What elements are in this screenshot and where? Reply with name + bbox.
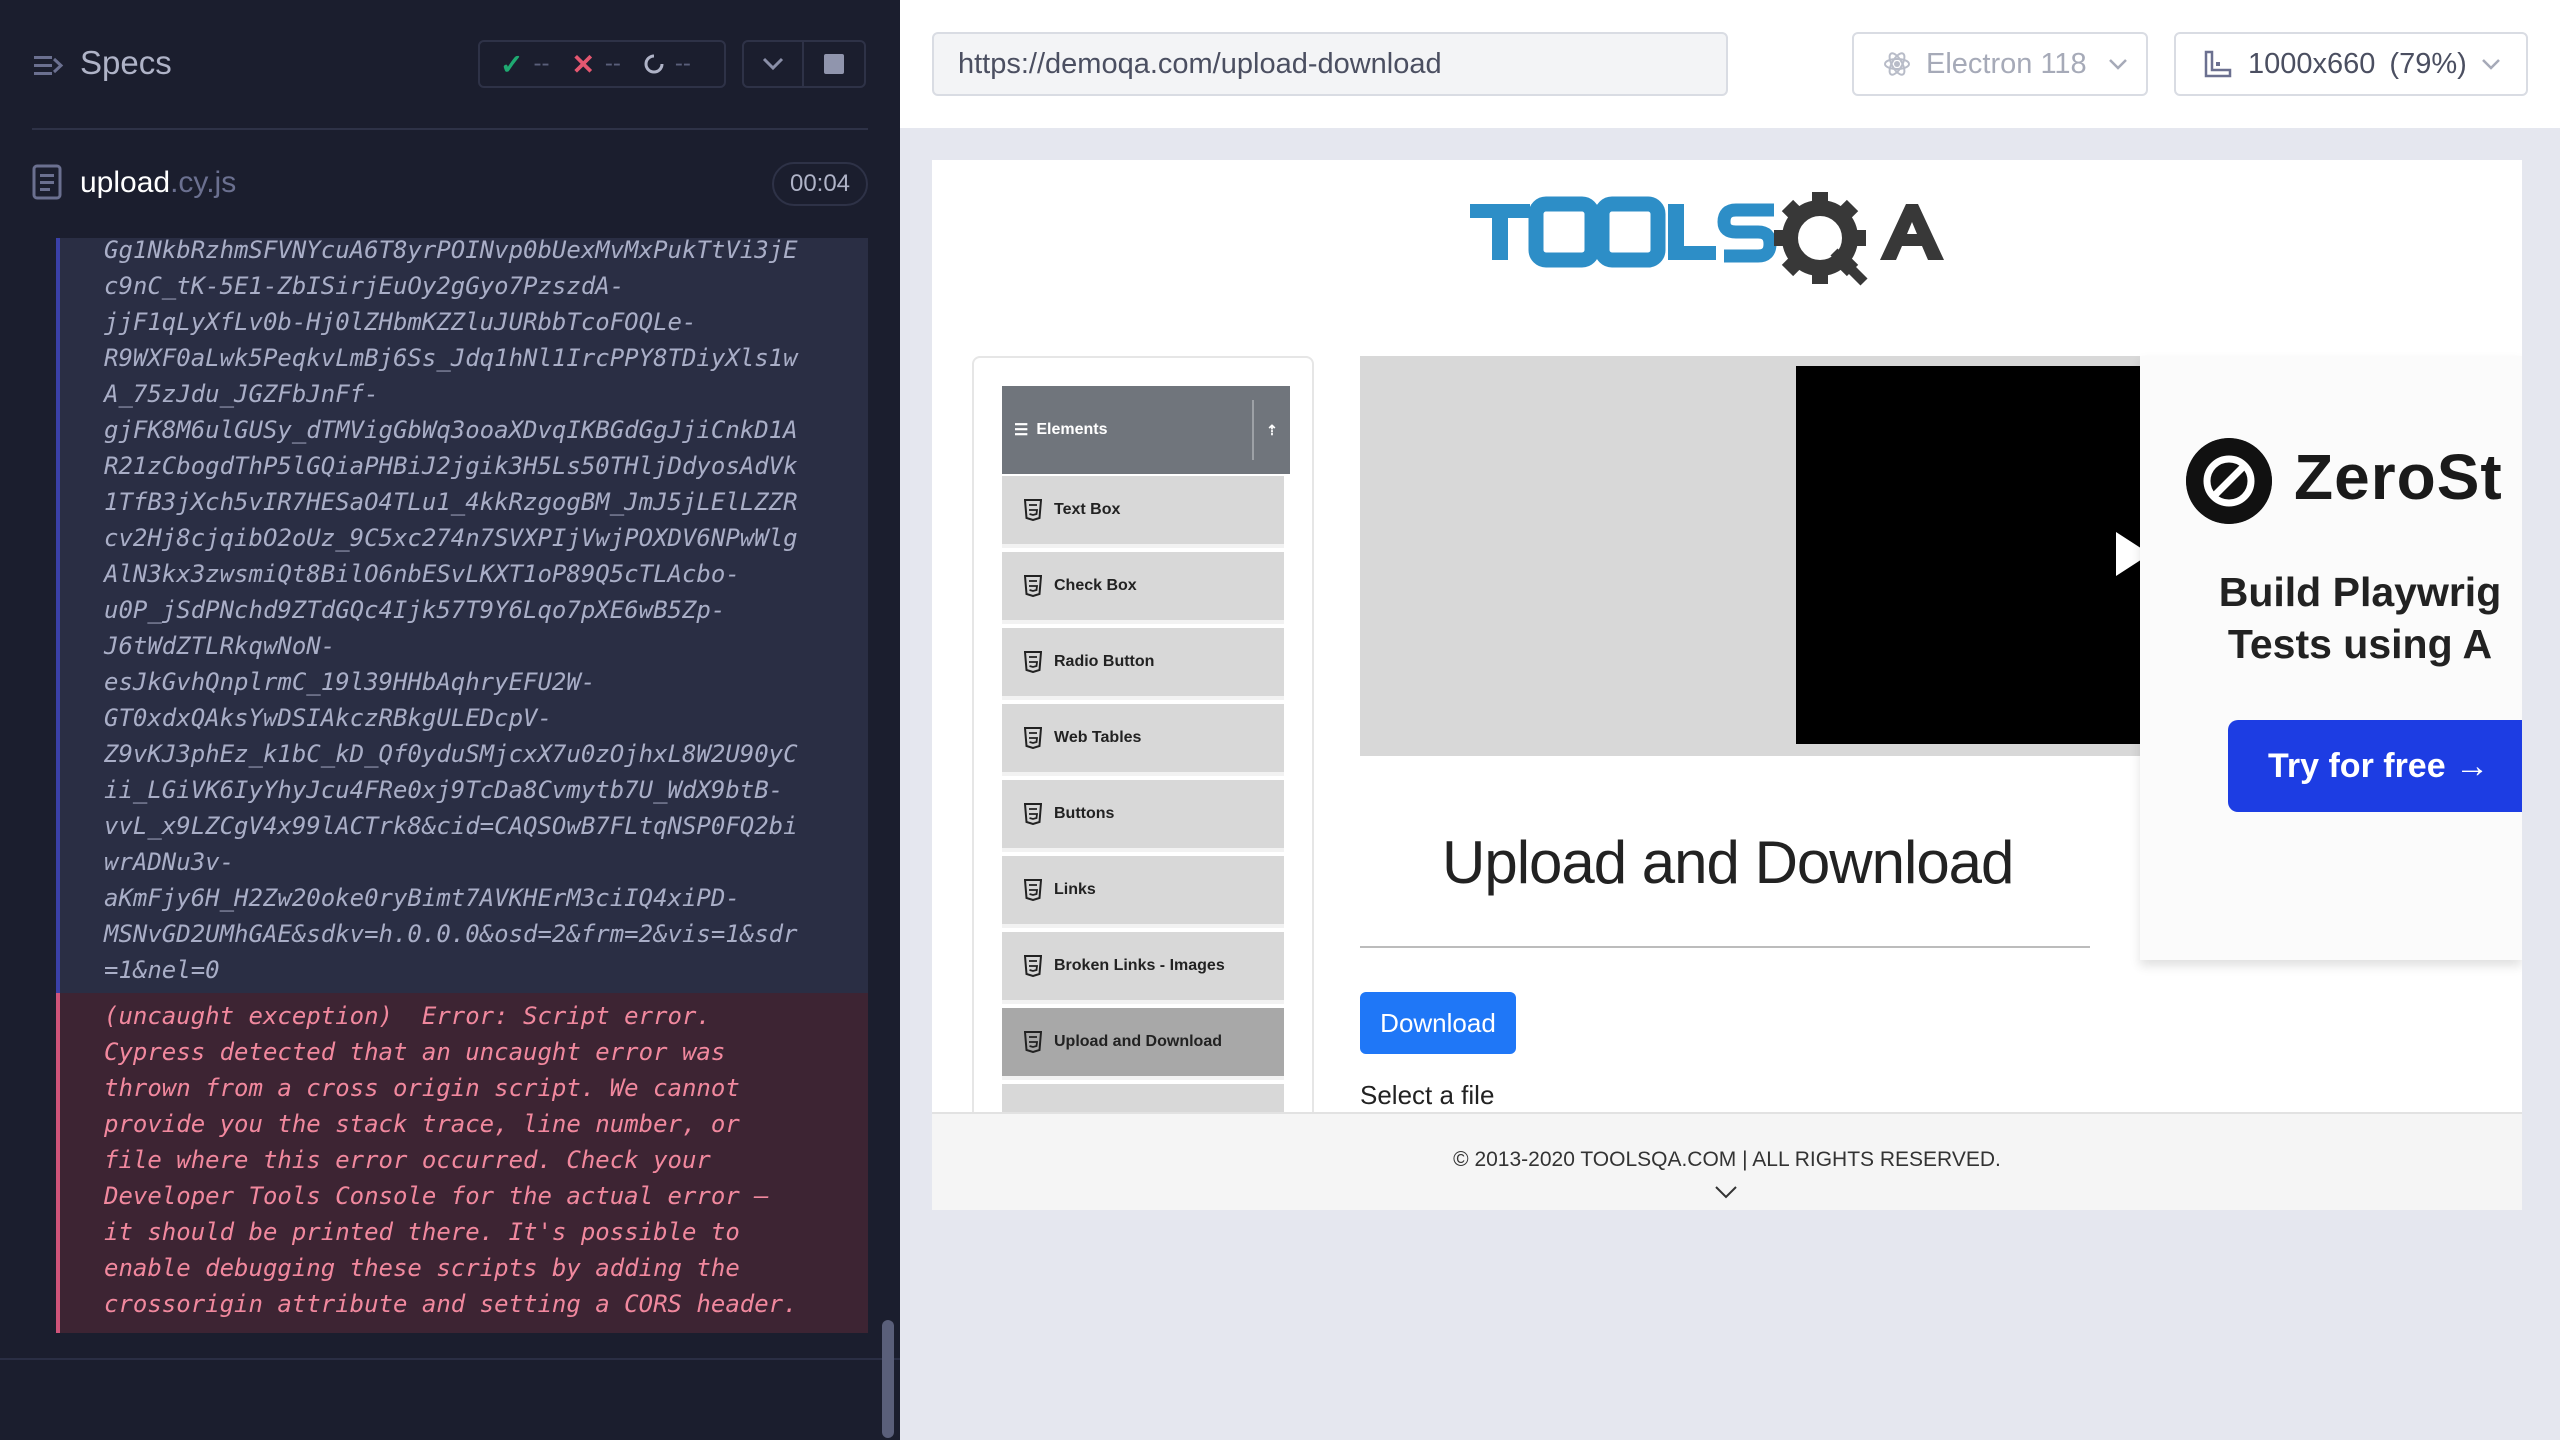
sidebar-item-text-box[interactable]: Text Box [1002, 476, 1284, 548]
spec-file-row[interactable]: upload.cy.js 00:04 [0, 150, 900, 216]
elements-group-header[interactable]: ☰ Elements ⇡ [1002, 386, 1290, 474]
browser-name: Electron 118 [1926, 47, 2087, 80]
pending-stat: -- [643, 50, 691, 78]
chevron-down-button[interactable] [742, 40, 804, 88]
x-icon: ✕ [571, 48, 595, 80]
html5-icon [1024, 955, 1042, 977]
chevron-down-icon [2109, 59, 2127, 70]
viewport-scale: (79%) [2389, 47, 2467, 80]
sidebar-item-radio-button[interactable]: Radio Button [1002, 628, 1284, 700]
sidebar-item-label: Check Box [1054, 577, 1137, 594]
passed-count: -- [533, 50, 550, 77]
check-icon: ✓ [500, 48, 524, 80]
html5-icon [1024, 879, 1042, 901]
sidebar-item-links[interactable]: Links [1002, 856, 1284, 928]
html5-icon [1024, 499, 1042, 521]
failed-count: -- [604, 50, 621, 77]
sidebar-item-label: Upload and Download [1054, 1033, 1222, 1050]
specs-title: Specs [80, 44, 172, 81]
sidebar-item-label: Text Box [1054, 501, 1121, 518]
ruler-icon [2204, 50, 2232, 78]
zerostep-logo-icon [2186, 438, 2272, 524]
aut-header: https://demoqa.com/upload-download Elect… [900, 0, 2560, 128]
header-divider [32, 128, 868, 130]
sidebar-item-label: Broken Links - Images [1054, 957, 1225, 974]
pending-count: -- [674, 50, 691, 77]
browser-selector[interactable]: Electron 118 [1852, 32, 2148, 96]
spec-file-name: upload.cy.js [80, 166, 236, 200]
html5-icon [1024, 1031, 1042, 1053]
group-label: Elements [1036, 421, 1108, 438]
try-for-free-button[interactable]: Try for free → [2228, 720, 2522, 812]
runner-panel: Specs ✓ -- ✕ -- -- upload.cy.js 00:04 Gg… [0, 0, 900, 1440]
chevron-down-icon[interactable] [1714, 1184, 1738, 1200]
spec-duration: 00:04 [772, 162, 868, 206]
log-url-text: Gg1NkbRzhmSFVNYcuA6T8yrPOINvp0bUexMvMxPu… [104, 238, 798, 984]
menu-icon: ☰ [1014, 422, 1029, 439]
command-log[interactable]: Gg1NkbRzhmSFVNYcuA6T8yrPOINvp0bUexMvMxPu… [0, 238, 868, 1360]
passed-stat: ✓ -- [500, 48, 549, 81]
ad-headline: Build Playwrig Tests using A [2218, 569, 2502, 667]
sidebar-item-broken-links[interactable]: Broken Links - Images [1002, 932, 1284, 1004]
url-bar[interactable]: https://demoqa.com/upload-download [932, 32, 1728, 96]
specs-list-icon[interactable] [32, 50, 64, 82]
stop-button[interactable] [804, 40, 866, 88]
chevron-down-icon [2481, 59, 2500, 70]
html5-icon [1024, 727, 1042, 749]
viewport-selector[interactable]: 1000x660 (79%) [2174, 32, 2528, 96]
zerostep-ad[interactable]: ZeroSt Build Playwrig Tests using A Try … [2140, 356, 2522, 960]
specs-header: Specs ✓ -- ✕ -- -- [0, 0, 900, 128]
toolsqa-logo[interactable] [1470, 186, 1990, 298]
viewport-size: 1000x660 [2248, 47, 2376, 80]
runner-footer-divider [0, 1358, 900, 1360]
sidebar-item-label: Links [1054, 881, 1096, 898]
sidebar: ☰ Elements ⇡ Text Box Check Box Radio Bu… [972, 356, 1314, 1210]
failed-stat: ✕ -- [571, 48, 620, 81]
spinner-icon [644, 54, 664, 74]
select-file-label: Select a file [1360, 1080, 1495, 1110]
download-button[interactable]: Download [1360, 992, 1516, 1054]
page-title: Upload and Download [1442, 829, 2014, 896]
log-scrollbar[interactable] [882, 1320, 894, 1438]
chevron-down-icon [762, 57, 784, 71]
sidebar-item-check-box[interactable]: Check Box [1002, 552, 1284, 624]
test-stats: ✓ -- ✕ -- -- [478, 40, 726, 88]
error-message: (uncaught exception) Error: Script error… [104, 1002, 798, 1318]
spec-file-ext: .cy.js [170, 166, 237, 199]
electron-icon [1884, 52, 1910, 76]
spec-file-base: upload [80, 166, 171, 199]
sidebar-item-web-tables[interactable]: Web Tables [1002, 704, 1284, 776]
aut-panel: https://demoqa.com/upload-download Elect… [900, 0, 2560, 1440]
stop-icon [824, 54, 844, 74]
sidebar-item-buttons[interactable]: Buttons [1002, 780, 1284, 852]
sidebar-item-label: Radio Button [1054, 653, 1155, 670]
sidebar-item-label: Buttons [1054, 805, 1115, 822]
site-frame: ☰ Elements ⇡ Text Box Check Box Radio Bu… [932, 160, 2522, 1210]
sidebar-item-upload-download[interactable]: Upload and Download [1002, 1008, 1284, 1080]
copyright-text: © 2013-2020 TOOLSQA.COM | ALL RIGHTS RES… [1453, 1148, 2001, 1171]
html5-icon [1024, 575, 1042, 597]
title-divider [1360, 946, 2090, 948]
document-icon [32, 164, 62, 200]
html5-icon [1024, 803, 1042, 825]
html5-icon [1024, 651, 1042, 673]
collapse-icon[interactable]: ⇡ [1252, 400, 1290, 460]
site-footer: © 2013-2020 TOOLSQA.COM | ALL RIGHTS RES… [932, 1112, 2522, 1210]
ad-brand: ZeroSt [2294, 441, 2503, 513]
sidebar-item-label: Web Tables [1054, 729, 1142, 746]
